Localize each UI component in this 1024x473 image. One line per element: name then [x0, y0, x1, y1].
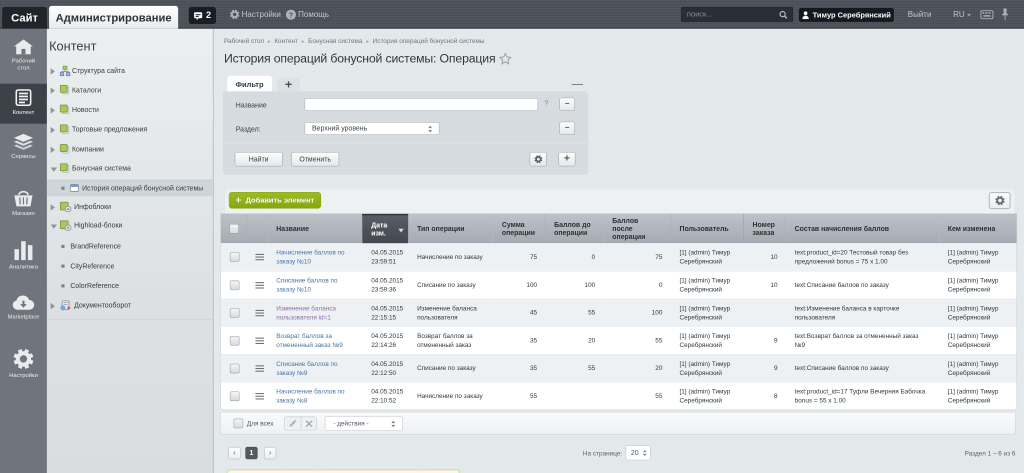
svg-text:?: ? [289, 10, 294, 19]
